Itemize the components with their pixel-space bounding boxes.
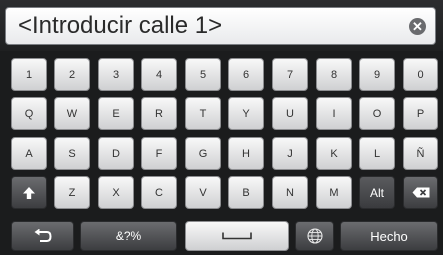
- space-bar[interactable]: [185, 221, 289, 251]
- key-e[interactable]: E: [98, 97, 134, 130]
- key-5[interactable]: 5: [185, 58, 221, 91]
- key-p[interactable]: P: [403, 97, 438, 130]
- key-g[interactable]: G: [185, 137, 221, 170]
- search-placeholder: <Introducir calle 1>: [18, 12, 223, 39]
- key-z[interactable]: Z: [54, 176, 90, 209]
- keyboard: 1 2 3 4 5 6 7 8 9 0 Q W E R T Y U I O P …: [0, 51, 443, 255]
- backspace-key[interactable]: [403, 176, 438, 209]
- key-4[interactable]: 4: [141, 58, 177, 91]
- key-2[interactable]: 2: [54, 58, 90, 91]
- key-0[interactable]: 0: [403, 58, 438, 91]
- symbols-key[interactable]: &?%: [80, 221, 177, 251]
- search-input[interactable]: <Introducir calle 1> ✕: [5, 7, 436, 45]
- key-d[interactable]: D: [98, 137, 134, 170]
- done-button[interactable]: Hecho: [340, 221, 438, 251]
- key-f[interactable]: F: [141, 137, 177, 170]
- key-m[interactable]: M: [316, 176, 352, 209]
- globe-icon: [306, 228, 323, 244]
- key-8[interactable]: 8: [316, 58, 352, 91]
- space-bar-icon: [222, 232, 252, 240]
- language-key[interactable]: [295, 221, 334, 251]
- key-b[interactable]: B: [228, 176, 264, 209]
- back-arrow-icon: [34, 228, 52, 242]
- key-x[interactable]: X: [98, 176, 134, 209]
- key-l[interactable]: L: [359, 137, 395, 170]
- key-v[interactable]: V: [185, 176, 221, 209]
- key-6[interactable]: 6: [228, 58, 264, 91]
- back-button[interactable]: [11, 221, 74, 251]
- clear-x-icon[interactable]: ✕: [409, 18, 426, 35]
- key-u[interactable]: U: [272, 97, 308, 130]
- key-9[interactable]: 9: [359, 58, 395, 91]
- key-s[interactable]: S: [54, 137, 90, 170]
- key-o[interactable]: O: [359, 97, 395, 130]
- alt-key[interactable]: Alt: [359, 176, 395, 209]
- key-3[interactable]: 3: [98, 58, 134, 91]
- key-a[interactable]: A: [11, 137, 47, 170]
- key-r[interactable]: R: [141, 97, 177, 130]
- key-y[interactable]: Y: [228, 97, 264, 130]
- search-bar-area: <Introducir calle 1> ✕: [0, 0, 443, 51]
- key-q[interactable]: Q: [11, 97, 47, 130]
- key-h[interactable]: H: [228, 137, 264, 170]
- shift-key[interactable]: [11, 176, 47, 209]
- key-t[interactable]: T: [185, 97, 221, 130]
- key-n[interactable]: N: [272, 176, 308, 209]
- shift-up-arrow-icon: [23, 186, 35, 199]
- key-n-tilde[interactable]: Ñ: [403, 137, 438, 170]
- key-c[interactable]: C: [141, 176, 177, 209]
- key-i[interactable]: I: [316, 97, 352, 130]
- key-7[interactable]: 7: [272, 58, 308, 91]
- key-k[interactable]: K: [316, 137, 352, 170]
- backspace-icon: [412, 187, 429, 198]
- key-j[interactable]: J: [272, 137, 308, 170]
- key-1[interactable]: 1: [11, 58, 47, 91]
- key-w[interactable]: W: [54, 97, 90, 130]
